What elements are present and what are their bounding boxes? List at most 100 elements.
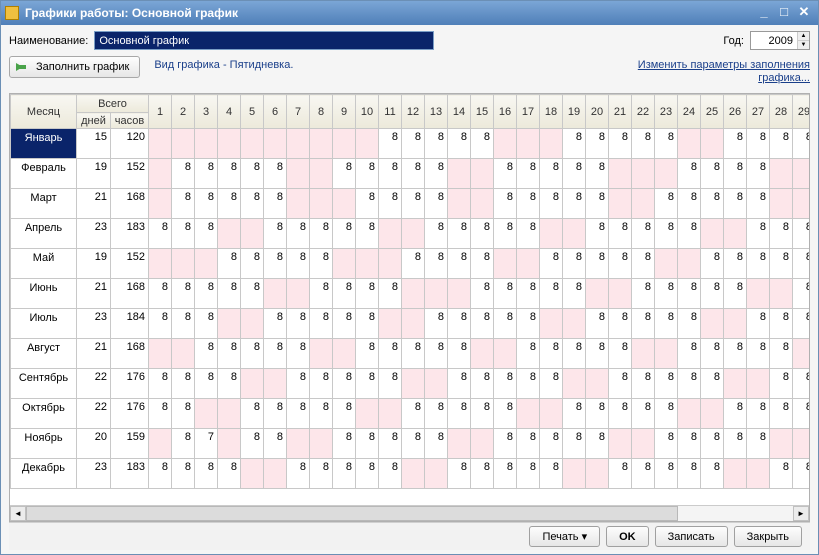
save-button[interactable]: Записать bbox=[655, 526, 728, 547]
month-cell[interactable]: Март bbox=[11, 189, 77, 219]
day-cell[interactable] bbox=[264, 459, 287, 489]
day-cell[interactable]: 8 bbox=[172, 399, 195, 429]
month-cell[interactable]: Январь bbox=[11, 129, 77, 159]
day-cell[interactable]: 8 bbox=[356, 369, 379, 399]
day-cell[interactable]: 8 bbox=[448, 129, 471, 159]
day-cell[interactable]: 8 bbox=[310, 399, 333, 429]
day-cell[interactable]: 8 bbox=[379, 279, 402, 309]
day-cell[interactable]: 8 bbox=[264, 339, 287, 369]
day-cell[interactable] bbox=[632, 339, 655, 369]
day-cell[interactable]: 8 bbox=[517, 189, 540, 219]
day-cell[interactable]: 8 bbox=[471, 219, 494, 249]
day-cell[interactable]: 8 bbox=[264, 219, 287, 249]
day-cell[interactable] bbox=[540, 399, 563, 429]
day-cell[interactable]: 8 bbox=[586, 159, 609, 189]
day-cell[interactable]: 8 bbox=[678, 219, 701, 249]
day-cell[interactable]: 8 bbox=[264, 399, 287, 429]
day-cell[interactable]: 8 bbox=[540, 249, 563, 279]
ok-button[interactable]: OK bbox=[606, 526, 649, 547]
day-cell[interactable]: 8 bbox=[241, 279, 264, 309]
day-cell[interactable] bbox=[287, 429, 310, 459]
day-cell[interactable]: 8 bbox=[701, 369, 724, 399]
day-cell[interactable]: 8 bbox=[517, 279, 540, 309]
day-cell[interactable]: 8 bbox=[724, 279, 747, 309]
day-cell[interactable]: 8 bbox=[655, 459, 678, 489]
day-cell[interactable]: 8 bbox=[747, 249, 770, 279]
day-cell[interactable]: 8 bbox=[517, 339, 540, 369]
day-cell[interactable]: 8 bbox=[310, 249, 333, 279]
day-cell[interactable]: 8 bbox=[540, 279, 563, 309]
day-cell[interactable]: 8 bbox=[425, 309, 448, 339]
day-cell[interactable]: 8 bbox=[678, 309, 701, 339]
day-cell[interactable] bbox=[218, 309, 241, 339]
hours-cell[interactable]: 176 bbox=[111, 399, 149, 429]
day-cell[interactable] bbox=[310, 429, 333, 459]
day-cell[interactable]: 8 bbox=[471, 459, 494, 489]
days-cell[interactable]: 19 bbox=[77, 249, 111, 279]
day-cell[interactable] bbox=[793, 429, 810, 459]
day-cell[interactable]: 8 bbox=[287, 339, 310, 369]
day-cell[interactable] bbox=[471, 159, 494, 189]
table-row[interactable]: Март211688888888888888888888 bbox=[11, 189, 810, 219]
day-cell[interactable] bbox=[333, 339, 356, 369]
days-cell[interactable]: 23 bbox=[77, 459, 111, 489]
day-cell[interactable]: 8 bbox=[770, 459, 793, 489]
day-cell[interactable]: 8 bbox=[425, 399, 448, 429]
day-cell[interactable] bbox=[678, 399, 701, 429]
hours-cell[interactable]: 152 bbox=[111, 159, 149, 189]
day-cell[interactable] bbox=[540, 309, 563, 339]
day-cell[interactable]: 8 bbox=[494, 369, 517, 399]
day-cell[interactable] bbox=[333, 249, 356, 279]
day-cell[interactable] bbox=[425, 459, 448, 489]
day-cell[interactable]: 8 bbox=[747, 219, 770, 249]
day-cell[interactable] bbox=[310, 159, 333, 189]
day-cell[interactable]: 8 bbox=[724, 429, 747, 459]
day-cell[interactable]: 8 bbox=[517, 219, 540, 249]
day-cell[interactable] bbox=[402, 459, 425, 489]
day-cell[interactable]: 8 bbox=[724, 399, 747, 429]
day-cell[interactable]: 8 bbox=[287, 249, 310, 279]
day-cell[interactable] bbox=[494, 129, 517, 159]
year-spin-up[interactable]: ▲ bbox=[798, 32, 809, 41]
day-cell[interactable] bbox=[678, 249, 701, 279]
hours-cell[interactable]: 159 bbox=[111, 429, 149, 459]
day-cell[interactable]: 8 bbox=[149, 219, 172, 249]
header-day-22[interactable]: 22 bbox=[632, 95, 655, 129]
day-cell[interactable]: 8 bbox=[793, 129, 810, 159]
day-cell[interactable]: 8 bbox=[655, 189, 678, 219]
day-cell[interactable]: 8 bbox=[172, 309, 195, 339]
day-cell[interactable]: 8 bbox=[425, 429, 448, 459]
day-cell[interactable] bbox=[770, 429, 793, 459]
day-cell[interactable] bbox=[494, 339, 517, 369]
day-cell[interactable]: 8 bbox=[747, 189, 770, 219]
day-cell[interactable]: 8 bbox=[655, 279, 678, 309]
day-cell[interactable] bbox=[172, 129, 195, 159]
day-cell[interactable]: 8 bbox=[402, 249, 425, 279]
day-cell[interactable]: 8 bbox=[149, 279, 172, 309]
day-cell[interactable]: 8 bbox=[678, 189, 701, 219]
header-day-19[interactable]: 19 bbox=[563, 95, 586, 129]
table-row[interactable]: Июль23184888888888888888888888 bbox=[11, 309, 810, 339]
day-cell[interactable]: 8 bbox=[747, 159, 770, 189]
day-cell[interactable]: 8 bbox=[149, 459, 172, 489]
day-cell[interactable] bbox=[287, 279, 310, 309]
header-day-4[interactable]: 4 bbox=[218, 95, 241, 129]
day-cell[interactable] bbox=[747, 369, 770, 399]
month-cell[interactable]: Сентябрь bbox=[11, 369, 77, 399]
day-cell[interactable]: 8 bbox=[333, 219, 356, 249]
day-cell[interactable]: 8 bbox=[632, 249, 655, 279]
day-cell[interactable]: 8 bbox=[747, 399, 770, 429]
day-cell[interactable]: 8 bbox=[356, 219, 379, 249]
day-cell[interactable]: 8 bbox=[471, 129, 494, 159]
days-cell[interactable]: 22 bbox=[77, 369, 111, 399]
day-cell[interactable]: 8 bbox=[494, 459, 517, 489]
table-row[interactable]: Ноябрь201598788888888888888888 bbox=[11, 429, 810, 459]
day-cell[interactable]: 8 bbox=[517, 369, 540, 399]
day-cell[interactable]: 8 bbox=[333, 399, 356, 429]
day-cell[interactable] bbox=[701, 219, 724, 249]
day-cell[interactable]: 8 bbox=[379, 339, 402, 369]
days-cell[interactable]: 23 bbox=[77, 219, 111, 249]
day-cell[interactable]: 8 bbox=[241, 159, 264, 189]
day-cell[interactable]: 8 bbox=[172, 159, 195, 189]
day-cell[interactable]: 8 bbox=[218, 369, 241, 399]
